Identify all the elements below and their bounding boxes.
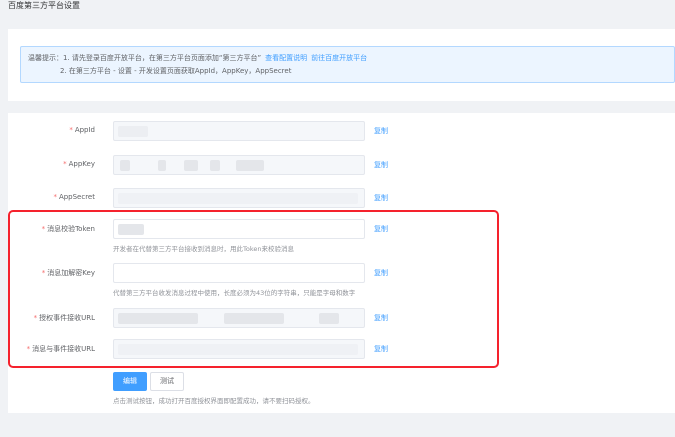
masked-value: [120, 160, 130, 171]
tip-line-1-text: 温馨提示：1. 请先登录百度开放平台，在第三方平台页面添加“第三方平台”: [28, 54, 262, 62]
appkey-copy-link[interactable]: 复制: [374, 160, 388, 170]
view-config-link[interactable]: 查看配置说明: [265, 54, 307, 62]
form-row-appid: * AppId 复制: [8, 121, 675, 141]
appsecret-field[interactable]: [113, 188, 365, 208]
tip-line-1: 温馨提示：1. 请先登录百度开放平台，在第三方平台页面添加“第三方平台” 查看配置…: [28, 53, 367, 63]
test-hint: 点击测试按钮，成功打开百度授权界面即配置成功，请不要扫码授权。: [113, 397, 315, 405]
masked-value: [236, 160, 264, 171]
appid-label: * AppId: [69, 126, 95, 134]
appid-copy-link[interactable]: 复制: [374, 126, 388, 136]
tip-card: 温馨提示：1. 请先登录百度开放平台，在第三方平台页面添加“第三方平台” 查看配置…: [8, 29, 675, 101]
appkey-label: * AppKey: [63, 160, 95, 168]
masked-value: [158, 160, 166, 171]
tip-alert: 温馨提示：1. 请先登录百度开放平台，在第三方平台页面添加“第三方平台” 查看配置…: [20, 46, 675, 83]
goto-open-platform-link[interactable]: 前往百度开放平台: [311, 54, 367, 62]
masked-value: [184, 160, 198, 171]
masked-value: [118, 193, 358, 204]
form-row-appsecret: * AppSecret 复制: [8, 188, 675, 208]
appsecret-copy-link[interactable]: 复制: [374, 193, 388, 203]
masked-value: [210, 160, 220, 171]
edit-button[interactable]: 编辑: [113, 372, 147, 391]
appkey-field[interactable]: [113, 155, 365, 175]
appsecret-label: * AppSecret: [53, 193, 95, 201]
form-row-appkey: * AppKey 复制: [8, 155, 675, 175]
tip-line-2: 2. 在第三方平台 - 设置 - 开发设置页面获取AppId，AppKey，Ap…: [60, 67, 292, 75]
test-button[interactable]: 测试: [150, 372, 184, 391]
masked-value: [118, 126, 148, 137]
highlight-box: [8, 210, 499, 368]
appid-field[interactable]: [113, 121, 365, 141]
page-title: 百度第三方平台设置: [8, 1, 80, 10]
